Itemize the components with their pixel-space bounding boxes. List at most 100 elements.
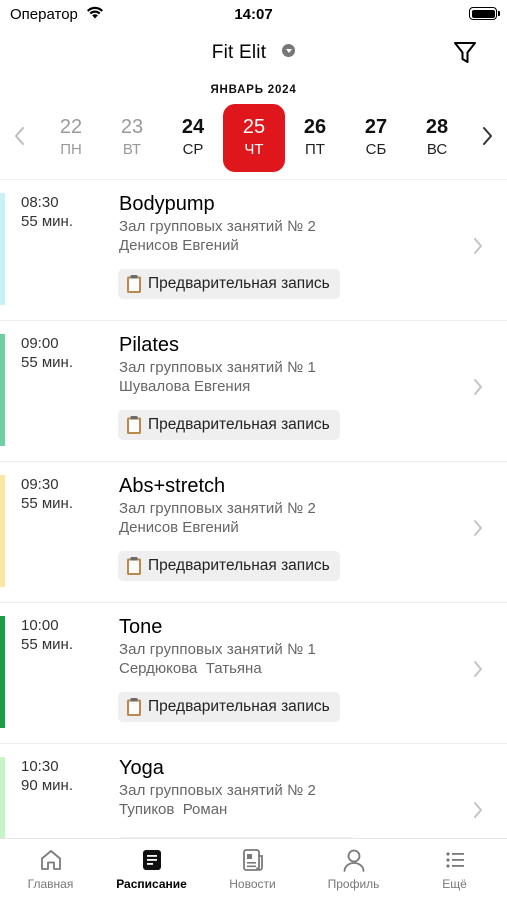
calendar-day[interactable]: 27 СБ (345, 104, 407, 172)
class-hall: Зал групповых занятий № 2 (119, 782, 316, 799)
header: Fit Elit (0, 30, 507, 76)
day-weekday: СБ (365, 141, 387, 158)
booking-badge-label: Предварительная запись (148, 416, 330, 433)
class-time: 10:30 (21, 758, 59, 775)
week-calendar: 22 ПН 23 ВТ 24 СР 25 ЧТ 26 ПТ 27 СБ 28 ВС (0, 104, 507, 172)
chevron-right-icon (474, 379, 482, 395)
chevron-right-icon (474, 661, 482, 677)
booking-badge: Предварительная запись (118, 410, 340, 440)
chevron-down-icon (282, 44, 296, 57)
day-number: 28 (425, 116, 449, 138)
schedule-list[interactable]: 08:30 55 мин. Bodypump Зал групповых зан… (0, 180, 507, 838)
schedule-icon (143, 850, 161, 870)
tab-news[interactable]: Новости (202, 839, 303, 900)
calendar-day[interactable]: 23 ВТ (101, 104, 163, 172)
class-card[interactable]: 10:30 90 мин. Yoga Зал групповых занятий… (0, 744, 507, 838)
status-bar: Оператор 14:07 (0, 0, 507, 30)
day-weekday: СР (182, 141, 204, 158)
tab-profile[interactable]: Профиль (303, 839, 404, 900)
class-hall: Зал групповых занятий № 2 (119, 500, 316, 517)
booking-badge-label: Предварительная запись (148, 698, 330, 715)
profile-icon (343, 849, 365, 872)
day-weekday: ПТ (305, 141, 325, 158)
day-number: 25 (242, 116, 266, 138)
booking-badge: Предварительная запись (118, 551, 340, 581)
class-trainer: Денисов Евгений (119, 519, 239, 536)
status-time: 14:07 (234, 6, 273, 23)
class-duration: 55 мин. (21, 354, 73, 371)
calendar-day-selected[interactable]: 25 ЧТ (223, 104, 285, 172)
calendar-day[interactable]: 24 СР (162, 104, 224, 172)
calendar-day[interactable]: 22 ПН (40, 104, 102, 172)
class-trainer: Денисов Евгений (119, 237, 239, 254)
gym-name: Fit Elit (211, 42, 267, 63)
booking-badge-label: Предварительная запись (148, 275, 330, 292)
tab-more[interactable]: Ещё (404, 839, 505, 900)
class-title: Abs+stretch (119, 475, 226, 497)
day-number: 26 (303, 116, 327, 138)
chevron-left-icon[interactable] (10, 124, 30, 148)
home-icon (41, 850, 61, 870)
booking-badge: Предварительная запись (118, 692, 340, 722)
calendar-day[interactable]: 26 ПТ (284, 104, 346, 172)
class-color-stripe (0, 757, 5, 838)
tab-label: Профиль (327, 877, 380, 891)
class-duration: 55 мин. (21, 636, 73, 653)
gym-selector[interactable]: Fit Elit (0, 42, 507, 64)
booking-badge-label: Предварительная запись (148, 557, 330, 574)
tab-bar: Главная Расписание Новости Профиль Ещё (0, 838, 507, 900)
class-time: 09:30 (21, 476, 59, 493)
clipboard-icon (127, 416, 141, 434)
chevron-right-icon (474, 802, 482, 818)
calendar-day[interactable]: 28 ВС (406, 104, 468, 172)
day-weekday: ВС (426, 141, 448, 158)
calendar-month: ЯНВАРЬ 2024 (210, 84, 297, 96)
class-title: Pilates (119, 334, 180, 356)
class-title: Bodypump (119, 193, 215, 215)
class-duration: 90 мин. (21, 777, 73, 794)
day-number: 23 (120, 116, 144, 138)
tab-label: Новости (229, 877, 276, 891)
tab-schedule[interactable]: Расписание (101, 839, 202, 900)
chevron-right-icon[interactable] (477, 124, 497, 148)
class-color-stripe (0, 193, 5, 305)
class-title: Tone (119, 616, 163, 638)
booking-badge: Предварительная запись (118, 269, 340, 299)
tab-label: Ещё (442, 877, 467, 891)
tab-label: Главная (27, 877, 74, 891)
class-trainer: Шувалова Евгения (119, 378, 251, 395)
class-hall: Зал групповых занятий № 1 (119, 641, 316, 658)
clipboard-icon (127, 557, 141, 575)
class-title: Yoga (119, 757, 164, 779)
tab-label: Расписание (116, 877, 187, 891)
tab-home[interactable]: Главная (0, 839, 101, 900)
clipboard-icon (127, 698, 141, 716)
class-trainer: Сердюкова Татьяна (119, 660, 262, 677)
class-card[interactable]: 08:30 55 мин. Bodypump Зал групповых зан… (0, 180, 507, 321)
battery-icon (469, 7, 500, 20)
class-color-stripe (0, 616, 5, 728)
class-card[interactable]: 09:30 55 мин. Abs+stretch Зал групповых … (0, 462, 507, 603)
class-time: 10:00 (21, 617, 59, 634)
class-color-stripe (0, 334, 5, 446)
news-icon (243, 849, 263, 871)
day-weekday: ВТ (122, 141, 142, 158)
chevron-right-icon (474, 520, 482, 536)
class-time: 08:30 (21, 194, 59, 211)
class-duration: 55 мин. (21, 213, 73, 230)
class-duration: 55 мин. (21, 495, 73, 512)
more-icon (446, 852, 464, 868)
chevron-right-icon (474, 238, 482, 254)
day-weekday: ЧТ (244, 141, 264, 158)
filter-icon[interactable] (453, 40, 477, 66)
class-hall: Зал групповых занятий № 1 (119, 359, 316, 376)
class-color-stripe (0, 475, 5, 587)
class-card[interactable]: 09:00 55 мин. Pilates Зал групповых заня… (0, 321, 507, 462)
day-number: 24 (181, 116, 205, 138)
class-card[interactable]: 10:00 55 мин. Tone Зал групповых занятий… (0, 603, 507, 744)
class-hall: Зал групповых занятий № 2 (119, 218, 316, 235)
clipboard-icon (127, 275, 141, 293)
class-time: 09:00 (21, 335, 59, 352)
day-number: 22 (59, 116, 83, 138)
day-number: 27 (364, 116, 388, 138)
